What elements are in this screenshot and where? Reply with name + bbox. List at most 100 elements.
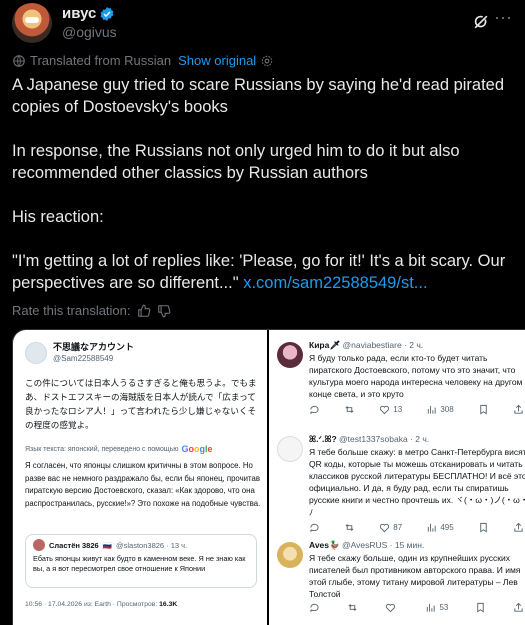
reply-text: Я тебе скажу больше, один из крупнейших … [309,552,525,600]
reply-text: Я тебе больше скажу: в метро Санкт-Петер… [309,446,525,518]
author-handle: @Sam22588549 [53,354,114,363]
reply-line: этой глыбе, этому титану мировой литерат… [309,577,518,587]
translation-note: Язык текста: японский, переведено с помо… [25,444,213,454]
reply-handle: @AvesRUS · 15 мин. [341,540,425,550]
flag-icon: 🇷🇺 [102,540,113,550]
quote-text: Ебать японцы живут как будто в каменном … [33,554,246,573]
view-count: 53 [425,602,448,613]
reply-line: Я буду только рада, если кто-то будет чи… [309,353,488,363]
reply-actions: 53 [309,602,524,613]
bookmark-icon [475,602,486,613]
gear-icon[interactable] [260,54,274,68]
heart-icon [380,523,390,533]
japanese-text: この件については日本人うるさすぎると俺も思うよ。でもまあ、ドストエフスキーの海賊… [25,378,257,430]
reply-item: Aves🦆 @AvesRUS · 15 мин. Я тебе скажу бо… [269,540,525,625]
screenshot-right: Кира🗡 @naviabestiare · 2 ч. Я буду тольк… [269,330,525,625]
tweet-paragraph: A Japanese guy tried to scare Russians b… [12,76,505,116]
views-icon [427,603,436,612]
author-name: 不思議なアカウント [53,342,135,352]
attached-media[interactable]: 不思議なアカウント @Sam22588549 この件については日本人うるさすぎる… [12,329,525,625]
heart-icon [385,603,395,613]
view-count: 495 [426,522,454,533]
reply-icon [309,404,320,415]
author-names: ивус @ogivus [62,5,117,41]
show-original-link[interactable]: Show original [178,53,256,68]
tweet-text: A Japanese guy tried to scare Russians b… [12,74,512,316]
display-name[interactable]: ивус [62,5,96,23]
like-count [385,602,399,613]
bookmark-icon [478,522,489,533]
google-logo: Google [181,444,213,454]
russian-text: Я согласен, что японцы слишком критичны … [25,461,261,508]
reply-actions: 13 308 [309,404,524,415]
avatar [277,542,303,568]
globe-icon [13,54,25,67]
heart-icon [380,405,390,415]
repost-icon [347,602,358,613]
reply-handle: @test1337sobaka · 2 ч. [339,434,430,444]
rate-label: Rate this translation: [12,303,131,318]
quoted-post: Сластён 3826 🇷🇺 @slaston3826 · 13 ч. Еба… [25,534,257,588]
reply-actions: 87 495 [309,522,524,533]
reply-icon [309,522,320,533]
views-icon [428,405,436,414]
translated-label: Translated from Russian [30,53,172,68]
reply-line: культура моего народа интересна человеку… [309,377,523,387]
views-icon [428,523,436,532]
like-count: 13 [379,404,402,415]
reply-line: официально. И да, я буду рад, если ты сп… [309,483,509,493]
post-meta-text: 10:56 · 17.04.2026 из: Earth · Просмотро… [25,601,158,608]
tweet-header: ивус @ogivus ··· [12,2,513,44]
post-meta: 10:56 · 17.04.2026 из: Earth · Просмотро… [25,601,177,608]
tweet-link[interactable]: x.com/sam22588549/st... [243,274,427,292]
reply-icon [309,602,320,613]
reply-line: конце света, и это круто [309,389,404,399]
thumbs-up-icon[interactable] [137,304,151,318]
view-count: 16.3K [159,601,178,608]
tweet-paragraph: In response, the Russians not only urged… [12,142,460,182]
avatar [277,342,303,368]
avatar [277,436,303,462]
reply-item: Кира🗡 @naviabestiare · 2 ч. Я буду тольк… [269,340,525,432]
repost-icon [344,522,355,533]
verified-badge-icon [100,7,114,21]
thumbs-down-icon[interactable] [157,304,171,318]
repost-icon [344,404,355,415]
handle[interactable]: @ogivus [62,23,117,41]
bookmark-icon [478,404,489,415]
reply-line: классиков русской литературы БЕСПЛАТНО! … [309,471,525,481]
reply-author-name: Кира🗡 [309,340,341,350]
reply-line: Я тебе больше скажу: в метро Санкт-Петер… [309,447,525,457]
quote-author-name: Сластён 3826 [49,540,99,550]
reply-handle: @naviabestiare · 2 ч. [342,340,424,350]
avatar [33,539,45,551]
view-count: 308 [426,404,454,415]
reply-author-name: ꕤ.ᐟ.ꕤ? [309,434,337,444]
reply-line: писателей был противником авторского пра… [309,565,521,575]
reply-line: пиратского Достоевского, потому что это … [309,365,516,375]
reply-line: ﾉ [309,507,314,517]
reply-text: Я буду только рада, если кто-то будет чи… [309,352,525,400]
share-icon [513,404,524,415]
grok-icon[interactable] [471,12,491,32]
translation-note-text: Язык текста: японский, переведено с помо… [25,445,179,453]
reply-line: русские книги и честно прочтешь их. ヾ(・ω… [309,495,525,505]
reply-item: ꕤ.ᐟ.ꕤ? @test1337sobaka · 2 ч. Я тебе бол… [269,434,525,544]
avatar [25,342,47,364]
translation-notice: Translated from Russian Show original [12,53,274,68]
more-options-icon[interactable]: ··· [493,8,513,30]
share-icon [513,602,524,613]
share-icon [513,522,524,533]
tweet-paragraph: His reaction: [12,208,104,226]
reply-author-name: Aves🦆 [309,540,340,550]
reply-line: Я тебе скажу больше, один из крупнейших … [309,553,510,563]
tweet-quote-paragraph: "I'm getting a lot of replies like: 'Ple… [12,250,512,294]
tweet: ивус @ogivus ··· Translated from Russian… [0,0,525,625]
screenshot-left: 不思議なアカウント @Sam22588549 この件については日本人うるさすぎる… [13,330,267,625]
rate-translation: Rate this translation: [12,303,171,318]
reply-line: QR коды, которые ты можешь отсканировать… [309,459,523,469]
like-count: 87 [379,522,402,533]
avatar[interactable] [12,3,52,43]
reply-line: Толстой [309,589,341,599]
quote-author-handle: @slaston3826 · 13 ч. [116,540,188,550]
